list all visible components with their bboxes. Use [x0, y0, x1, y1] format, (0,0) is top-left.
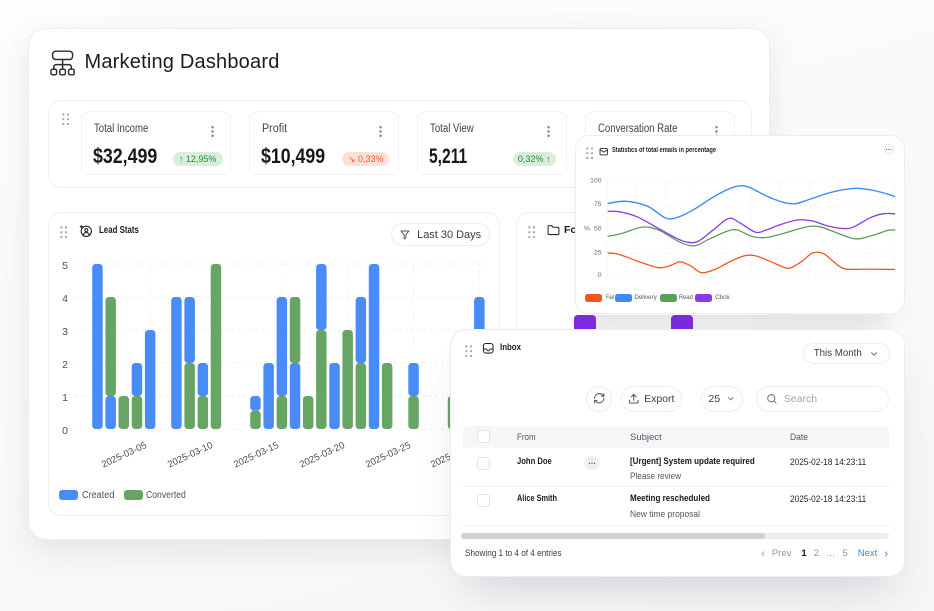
svg-text:0: 0 [598, 272, 602, 279]
svg-text:75: 75 [594, 201, 602, 208]
svg-text:25: 25 [594, 250, 602, 257]
svg-text:%: % [584, 225, 590, 232]
svg-text:5: 5 [62, 260, 68, 272]
svg-text:100: 100 [590, 177, 602, 184]
svg-text:0: 0 [62, 425, 68, 437]
svg-text:2: 2 [62, 359, 68, 371]
svg-text:1: 1 [62, 392, 68, 404]
svg-text:3: 3 [62, 326, 68, 338]
svg-text:4: 4 [62, 293, 68, 305]
svg-text:50: 50 [594, 225, 602, 232]
